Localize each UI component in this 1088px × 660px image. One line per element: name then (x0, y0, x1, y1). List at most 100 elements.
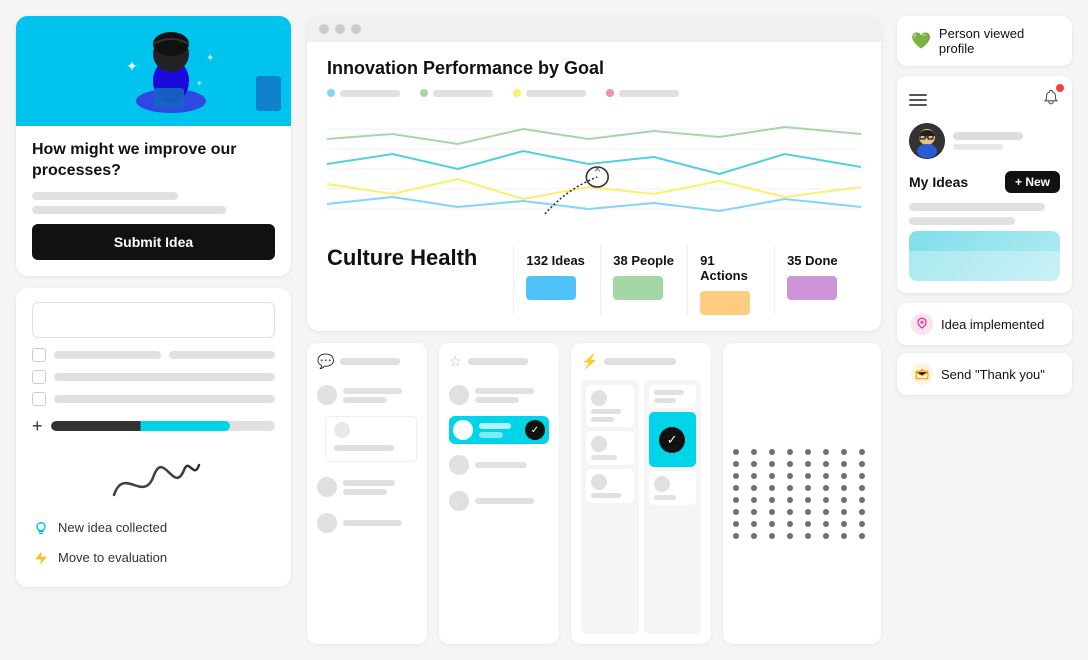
profile-card: My Ideas + New (897, 76, 1072, 293)
legend-text-3 (526, 90, 586, 97)
new-idea-notification: New idea collected (32, 513, 275, 543)
activity-row-3 (32, 392, 275, 406)
legend-text-2 (433, 90, 493, 97)
stat-people-bar (613, 276, 663, 300)
dot-pattern (733, 449, 871, 539)
idea-implemented-card[interactable]: Idea implemented (897, 303, 1072, 345)
stat-done-label: 35 Done (787, 253, 849, 268)
mini-avatar-2 (317, 477, 337, 497)
svg-text:×: × (593, 162, 601, 175)
bell-notification-button[interactable] (1042, 88, 1060, 111)
activity-input-mock[interactable] (32, 302, 275, 338)
profile-role-bar (953, 144, 1003, 150)
row-text-1b (169, 351, 276, 359)
checkbox-3[interactable] (32, 392, 46, 406)
stat-done: 35 Done (774, 245, 861, 315)
stat-done-bar (787, 276, 837, 300)
legend-dot-1 (327, 89, 335, 97)
send-thank-you-card[interactable]: Send "Thank you" (897, 353, 1072, 395)
text-placeholder-2 (32, 206, 226, 214)
lightbulb-icon (32, 519, 50, 537)
legend-item-3 (513, 89, 586, 97)
chat-icon: 💬 (317, 353, 334, 370)
idea-submission-card: ✦ ✦ ✦ How might we improve our processes… (16, 16, 291, 276)
squiggle-decoration (32, 445, 275, 505)
line-chart: × (327, 109, 861, 229)
profile-header (909, 88, 1060, 111)
window-chrome (307, 16, 881, 42)
star-icon: ☆ (449, 353, 462, 370)
mini-card-star: ☆ ✓ (439, 343, 559, 644)
row-text-1 (54, 351, 161, 359)
progress-track (51, 421, 275, 431)
legend-text-4 (619, 90, 679, 97)
idea-item-bar-2 (909, 217, 1015, 225)
mini-title-1 (340, 358, 400, 365)
chart-legend (327, 89, 861, 97)
mini-avatar-3 (317, 513, 337, 533)
activity-row-1 (32, 348, 275, 362)
text-placeholder-1 (32, 192, 178, 200)
mini-card-lightning: ⚡ (571, 343, 711, 644)
row-text-2 (54, 373, 275, 381)
star-avatar-3 (449, 455, 469, 475)
heart-icon: 💚 (911, 31, 931, 51)
legend-dot-3 (513, 89, 521, 97)
chart-content: Innovation Performance by Goal (307, 42, 881, 331)
chart-window: Innovation Performance by Goal (307, 16, 881, 331)
legend-dot-4 (606, 89, 614, 97)
mini-text-3 (343, 520, 417, 526)
legend-dot-2 (420, 89, 428, 97)
svg-text:✦: ✦ (196, 79, 203, 88)
checkbox-2[interactable] (32, 370, 46, 384)
move-eval-notification: Move to evaluation (32, 543, 275, 573)
stat-actions: 91 Actions (687, 245, 774, 315)
legend-text-1 (340, 90, 400, 97)
mini-list-item-2 (317, 472, 417, 502)
profile-info (953, 132, 1023, 150)
star-list-item-2: ✓ (449, 416, 549, 444)
new-idea-button[interactable]: + New (1005, 171, 1060, 193)
bell-badge (1056, 84, 1064, 92)
kanban-columns: ✓ (581, 380, 701, 634)
send-thank-you-icon (911, 363, 933, 385)
hamburger-menu-button[interactable] (909, 94, 927, 106)
window-dot-2 (335, 24, 345, 34)
activity-row-2 (32, 370, 275, 384)
mini-card-chat-header: 💬 (317, 353, 417, 370)
culture-health-label: Culture Health (327, 245, 477, 271)
plus-icon: + (32, 416, 43, 437)
my-ideas-row: My Ideas + New (909, 171, 1060, 193)
mini-title-3 (604, 358, 676, 365)
progress-bar-section: + (32, 416, 275, 437)
stat-ideas-label: 132 Ideas (526, 253, 588, 268)
idea-implemented-icon (911, 313, 933, 335)
my-ideas-label: My Ideas (909, 174, 968, 190)
stat-people: 38 People (600, 245, 687, 315)
checkbox-1[interactable] (32, 348, 46, 362)
person-viewed-notification: 💚 Person viewed profile (897, 16, 1072, 66)
person-viewed-text: Person viewed profile (939, 26, 1058, 56)
idea-card-title: How might we improve our processes? (32, 140, 275, 182)
legend-item-1 (327, 89, 400, 97)
mini-card-chat: 💬 (307, 343, 427, 644)
star-avatar-4 (449, 491, 469, 511)
stat-ideas: 132 Ideas (513, 245, 600, 315)
culture-health-section: Culture Health 132 Ideas 38 People 91 Ac… (327, 237, 861, 315)
mini-list-item-3 (317, 508, 417, 538)
new-idea-label: New idea collected (58, 520, 167, 535)
idea-card-body: How might we improve our processes? Subm… (16, 126, 291, 276)
mini-list-item-1 (317, 380, 417, 410)
idea-item-bar-1 (909, 203, 1045, 211)
chart-title: Innovation Performance by Goal (327, 58, 861, 79)
mini-avatar-1 (317, 385, 337, 405)
activity-card: + New idea co (16, 288, 291, 587)
star-list-item-3 (449, 450, 549, 480)
lightning-icon (32, 549, 50, 567)
star-list-item-4 (449, 486, 549, 516)
svg-text:✦: ✦ (206, 53, 214, 64)
submit-idea-button[interactable]: Submit Idea (32, 224, 275, 260)
mini-text-2 (343, 480, 417, 495)
idea-preview-image (909, 231, 1060, 281)
mini-card-star-header: ☆ (449, 353, 549, 370)
